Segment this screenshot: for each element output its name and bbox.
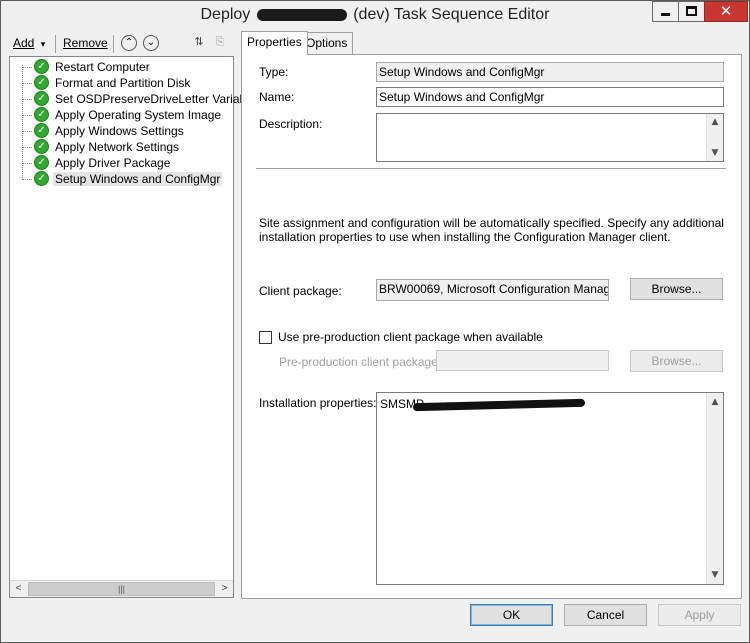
- close-button[interactable]: ✕: [704, 1, 748, 22]
- divider: [256, 168, 726, 170]
- task-sequence-editor-window: Deploy (dev) Task Sequence Editor ✕ Add …: [0, 0, 750, 643]
- description-scrollbar[interactable]: ▲ ▼: [706, 114, 723, 161]
- installation-properties-label: Installation properties:: [259, 396, 377, 410]
- tree-item-label: Format and Partition Disk: [55, 76, 191, 90]
- sequence-toolbar: Add ▾ Remove ⌃ ⌄ ⇅ ⎘: [9, 33, 235, 55]
- tree-horizontal-scrollbar[interactable]: < ||| >: [10, 580, 233, 597]
- expand-icon[interactable]: ⇅: [191, 35, 207, 51]
- window-title-suffix: (dev) Task Sequence Editor: [353, 6, 550, 23]
- title-bar[interactable]: Deploy (dev) Task Sequence Editor ✕: [1, 1, 749, 31]
- browse-label: Browse...: [651, 282, 702, 296]
- info-text-line-1: Site assignment and configuration will b…: [259, 216, 724, 230]
- check-icon: ✓: [34, 139, 49, 154]
- move-down-icon[interactable]: ⌄: [143, 35, 159, 51]
- chevron-down-icon: ▾: [40, 39, 46, 49]
- cancel-button[interactable]: Cancel: [564, 604, 647, 626]
- installation-properties-field[interactable]: SMSMP ▲ ▼: [376, 392, 724, 585]
- properties-panel: Type: Setup Windows and ConfigMgr Name: …: [241, 54, 742, 599]
- task-sequence-tree[interactable]: ✓ Restart Computer ✓ Format and Partitio…: [9, 56, 256, 598]
- check-icon: ✓: [34, 107, 49, 122]
- scroll-right-icon[interactable]: >: [216, 581, 233, 597]
- ok-button[interactable]: OK: [470, 604, 553, 626]
- add-label: Add: [13, 36, 35, 50]
- preprod-browse-label: Browse...: [651, 354, 702, 368]
- tab-label: Properties: [247, 35, 302, 49]
- description-label: Description:: [259, 117, 323, 131]
- tab-properties[interactable]: Properties: [241, 31, 308, 55]
- tree-item-label: Restart Computer: [55, 60, 150, 74]
- add-menu-button[interactable]: Add ▾: [13, 36, 45, 50]
- scroll-up-icon[interactable]: ▲: [707, 394, 723, 410]
- client-package-label: Client package:: [259, 284, 342, 298]
- preprod-package-label: Pre-production client package:: [279, 355, 442, 369]
- toolbar-divider: [55, 35, 56, 53]
- tree-item-label: Setup Windows and ConfigMgr: [53, 172, 223, 186]
- type-label: Type:: [259, 65, 289, 79]
- scroll-down-icon[interactable]: ▼: [707, 145, 723, 161]
- redacted-text: [256, 8, 347, 21]
- move-up-icon[interactable]: ⌃: [121, 35, 137, 51]
- apply-button[interactable]: Apply: [658, 604, 741, 626]
- preprod-package-field: [436, 350, 609, 371]
- window-title: Deploy (dev) Task Sequence Editor: [1, 6, 749, 24]
- remove-label: Remove: [63, 36, 108, 50]
- tree-item-label: Set OSDPreserveDriveLetter Variable: [55, 92, 256, 106]
- installation-properties-scrollbar[interactable]: ▲ ▼: [706, 393, 723, 584]
- name-label: Name:: [259, 90, 295, 104]
- check-icon: ✓: [34, 75, 49, 90]
- tab-options[interactable]: Options: [300, 32, 354, 54]
- check-icon: ✓: [34, 171, 49, 186]
- redacted-text: [412, 398, 586, 412]
- remove-button[interactable]: Remove: [63, 36, 108, 50]
- check-icon: ✓: [34, 155, 49, 170]
- minimize-icon: [661, 13, 670, 16]
- tree-item-label: Apply Operating System Image: [55, 108, 222, 122]
- toolbar-divider: [113, 35, 114, 53]
- collapse-icon[interactable]: ⎘: [212, 35, 228, 51]
- scroll-left-icon[interactable]: <: [10, 581, 27, 597]
- check-icon: ✓: [34, 123, 49, 138]
- tab-label: Options: [306, 36, 348, 50]
- ok-label: OK: [502, 608, 521, 622]
- window-title-prefix: Deploy: [200, 6, 251, 23]
- minimize-button[interactable]: [652, 1, 678, 22]
- cancel-label: Cancel: [586, 608, 625, 622]
- maximize-button[interactable]: [678, 1, 704, 22]
- name-field[interactable]: Setup Windows and ConfigMgr: [376, 87, 724, 107]
- browse-button[interactable]: Browse...: [630, 278, 723, 300]
- tree-item-label: Apply Windows Settings: [55, 124, 184, 138]
- check-icon: ✓: [34, 91, 49, 106]
- preprod-checkbox[interactable]: [259, 331, 272, 344]
- apply-label: Apply: [684, 608, 715, 622]
- info-text: Site assignment and configuration will b…: [259, 216, 729, 244]
- description-field[interactable]: ▲ ▼: [376, 113, 724, 162]
- close-icon: ✕: [719, 2, 733, 20]
- preprod-checkbox-label[interactable]: Use pre-production client package when a…: [278, 330, 543, 344]
- check-icon: ✓: [34, 59, 49, 74]
- tree-connector: [22, 65, 23, 178]
- maximize-icon: [686, 6, 697, 16]
- tree-item-label: Apply Driver Package: [55, 156, 171, 170]
- preprod-browse-button[interactable]: Browse...: [630, 350, 723, 372]
- scroll-down-icon[interactable]: ▼: [707, 567, 723, 583]
- tree-item-label: Apply Network Settings: [55, 140, 180, 154]
- client-package-field: BRW00069, Microsoft Configuration Manage…: [376, 279, 609, 301]
- scroll-up-icon[interactable]: ▲: [707, 114, 723, 130]
- info-text-line-2: installation properties to use when inst…: [259, 230, 671, 244]
- scroll-thumb[interactable]: |||: [28, 582, 215, 596]
- type-field: Setup Windows and ConfigMgr: [376, 62, 724, 82]
